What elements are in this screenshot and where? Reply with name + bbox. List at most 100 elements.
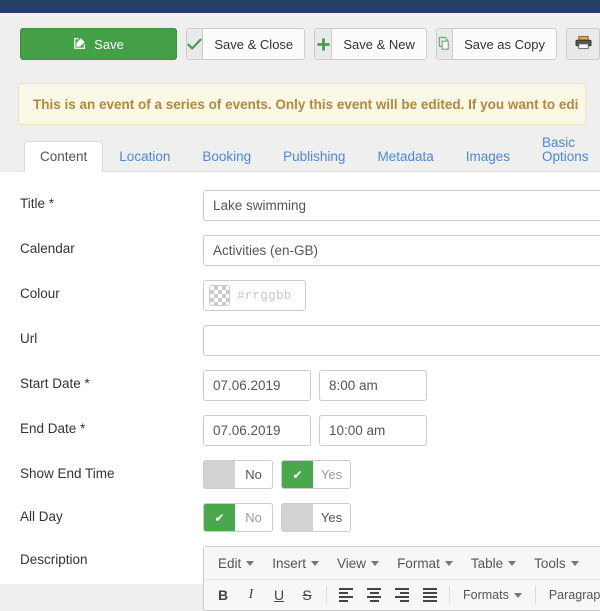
save-button-label: Save — [94, 37, 124, 52]
underline-icon[interactable]: U — [266, 582, 292, 608]
alert-text: This is an event of a series of events. … — [33, 97, 578, 112]
editor-menu-tools[interactable]: Tools — [525, 547, 588, 579]
field-row-show-end-time: Show End Time No ✔ Yes — [0, 460, 600, 489]
toolbar-divider — [535, 586, 536, 604]
show-end-time-yes-toggle[interactable]: ✔ Yes — [281, 460, 351, 489]
field-row-description: Description Edit Insert View — [0, 546, 600, 611]
copy-pages-icon — [437, 29, 453, 59]
tab-images-label: Images — [466, 149, 510, 164]
save-and-close-button[interactable]: Save & Close — [186, 28, 305, 60]
all-day-no-check-icon: ✔ — [204, 504, 235, 531]
tab-location[interactable]: Location — [103, 141, 186, 173]
show-end-time-yes-label: Yes — [313, 461, 350, 488]
show-end-time-no-toggle[interactable]: No — [203, 460, 273, 489]
top-navy-bar — [0, 0, 600, 13]
start-time-input[interactable] — [319, 370, 427, 401]
all-day-yes-indicator — [282, 504, 313, 531]
save-as-copy-label: Save as Copy — [453, 29, 556, 59]
tab-images[interactable]: Images — [450, 141, 526, 173]
save-button[interactable]: Save — [20, 28, 177, 60]
editor-menu-edit[interactable]: Edit — [209, 547, 263, 579]
formats-dropdown[interactable]: Formats — [456, 582, 529, 608]
paragraph-dropdown[interactable]: Paragraph — [542, 582, 600, 608]
end-date-label: End Date * — [20, 415, 203, 437]
toolbar-divider — [326, 586, 327, 604]
save-and-new-button[interactable]: Save & New — [314, 28, 427, 60]
calendar-label: Calendar — [20, 235, 203, 257]
strikethrough-icon[interactable]: S — [294, 582, 320, 608]
series-event-warning-alert: This is an event of a series of events. … — [18, 83, 586, 125]
editor-menu-format-label: Format — [397, 556, 440, 571]
align-justify-icon[interactable] — [417, 582, 443, 608]
chevron-down-icon — [508, 561, 516, 566]
title-label: Title * — [20, 190, 203, 212]
tab-booking[interactable]: Booking — [186, 141, 267, 173]
editor-menu-tools-label: Tools — [534, 556, 566, 571]
plus-icon — [315, 29, 332, 59]
field-row-start-date: Start Date * — [0, 370, 600, 401]
printer-icon — [575, 35, 592, 53]
colour-input[interactable]: #rrggbb — [203, 280, 306, 311]
description-rich-text-editor[interactable]: Edit Insert View Format — [203, 546, 600, 611]
align-right-icon[interactable] — [389, 582, 415, 608]
tab-publishing-label: Publishing — [283, 149, 345, 164]
start-date-label: Start Date * — [20, 370, 203, 392]
show-end-time-no-indicator — [204, 461, 235, 488]
all-day-yes-label: Yes — [313, 504, 350, 531]
editor-menu-table[interactable]: Table — [462, 547, 525, 579]
edit-square-icon — [73, 36, 87, 53]
chevron-down-icon — [514, 593, 522, 598]
start-date-input[interactable] — [203, 370, 311, 401]
bold-icon[interactable]: B — [210, 582, 236, 608]
tab-publishing[interactable]: Publishing — [267, 141, 361, 173]
tab-location-label: Location — [119, 149, 170, 164]
transparent-checkerboard-swatch[interactable] — [209, 285, 230, 306]
field-row-all-day: All Day ✔ No Yes — [0, 503, 600, 532]
toolbar-divider — [449, 586, 450, 604]
show-end-time-no-label: No — [235, 461, 272, 488]
align-left-icon[interactable] — [333, 582, 359, 608]
print-button[interactable] — [566, 28, 600, 60]
chevron-down-icon — [445, 561, 453, 566]
chevron-down-icon — [371, 561, 379, 566]
content-panel: Title * Calendar Colour #rrggbb Url Star… — [0, 172, 600, 584]
editor-menu-insert[interactable]: Insert — [263, 547, 328, 579]
editor-menu-insert-label: Insert — [272, 556, 306, 571]
field-row-end-date: End Date * — [0, 415, 600, 446]
editor-menu-table-label: Table — [471, 556, 503, 571]
content-tabs: Content Location Booking Publishing Meta… — [18, 139, 600, 172]
all-day-no-label: No — [235, 504, 272, 531]
action-toolbar: Save Save & Close Save & New Save as Cop… — [0, 13, 600, 75]
colour-label: Colour — [20, 280, 203, 302]
save-as-copy-button[interactable]: Save as Copy — [436, 28, 557, 60]
chevron-down-icon — [311, 561, 319, 566]
chevron-down-icon — [246, 561, 254, 566]
field-row-url: Url — [0, 325, 600, 356]
show-end-time-label: Show End Time — [20, 460, 203, 482]
all-day-no-toggle[interactable]: ✔ No — [203, 503, 273, 532]
align-center-icon[interactable] — [361, 582, 387, 608]
all-day-yes-toggle[interactable]: Yes — [281, 503, 351, 532]
italic-icon[interactable]: I — [238, 582, 264, 608]
end-time-input[interactable] — [319, 415, 427, 446]
title-input[interactable] — [203, 190, 600, 221]
editor-toolbar: B I U S — [204, 580, 600, 610]
editor-menu-view-label: View — [337, 556, 366, 571]
tab-content[interactable]: Content — [24, 141, 103, 173]
description-label: Description — [20, 546, 203, 568]
editor-menu-view[interactable]: View — [328, 547, 388, 579]
end-date-input[interactable] — [203, 415, 311, 446]
field-row-title: Title * — [0, 190, 600, 221]
chevron-down-icon — [571, 561, 579, 566]
editor-menu-format[interactable]: Format — [388, 547, 462, 579]
tab-basic-options[interactable]: Basic Options — [526, 127, 600, 172]
tab-metadata[interactable]: Metadata — [361, 141, 449, 173]
save-and-new-label: Save & New — [332, 29, 426, 59]
colour-placeholder: #rrggbb — [237, 289, 292, 303]
tab-basic-options-label: Basic Options — [542, 135, 589, 164]
save-and-close-label: Save & Close — [203, 29, 304, 59]
all-day-label: All Day — [20, 503, 203, 525]
url-input[interactable] — [203, 325, 600, 356]
editor-menu-edit-label: Edit — [218, 556, 241, 571]
calendar-select[interactable] — [203, 235, 600, 266]
